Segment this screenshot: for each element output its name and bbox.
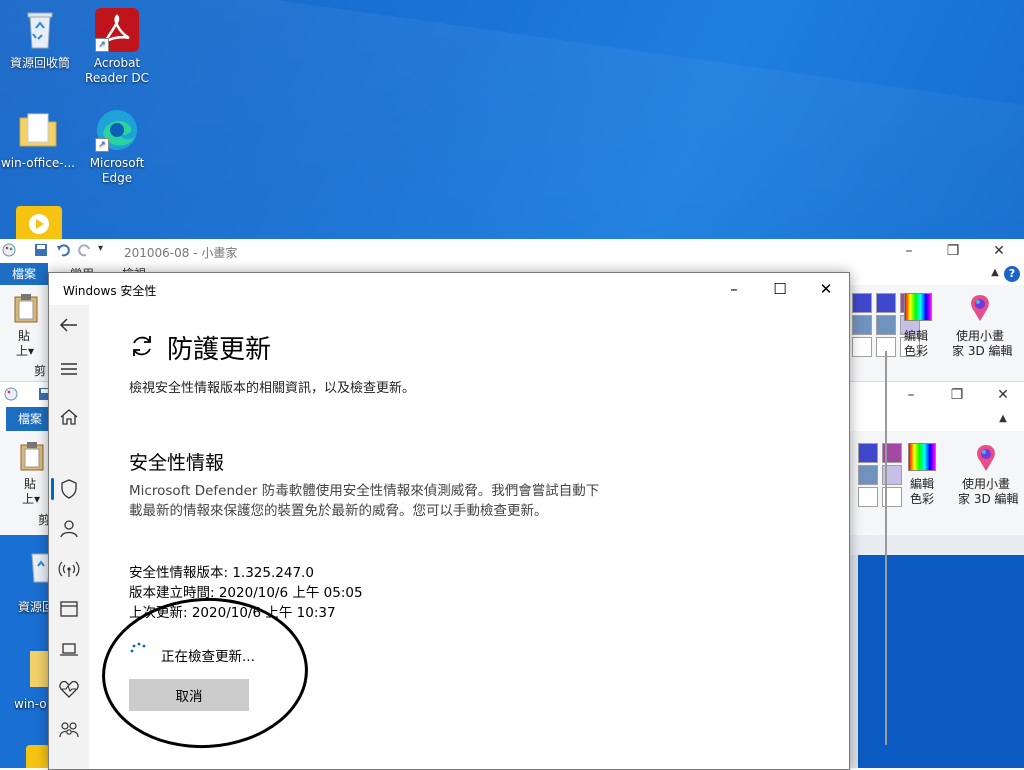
section-description: Microsoft Defender 防毒軟體使用安全性情報來偵測威脅。我們會嘗… — [129, 483, 600, 519]
edit-colors-icon[interactable] — [904, 293, 932, 321]
undo-icon[interactable] — [56, 243, 70, 257]
checking-updates-status: 正在檢查更新... — [161, 649, 255, 665]
paint-minimize-button[interactable]: – — [894, 241, 924, 261]
recycle-bin-icon — [18, 8, 62, 52]
loading-spinner-icon — [130, 642, 146, 653]
content-scrollbar[interactable] — [885, 351, 887, 745]
paint-maximize-button[interactable]: ❐ — [938, 241, 968, 261]
paint2-maximize-button[interactable]: ❐ — [942, 385, 972, 405]
desktop-icon-recycle-bin[interactable]: 資源回收筒 — [2, 8, 78, 71]
back-icon[interactable] — [57, 313, 81, 337]
security-minimize-button[interactable]: – — [711, 273, 757, 305]
security-titlebar: Windows 安全性 – ☐ ✕ — [49, 273, 849, 305]
protection-updates-page: 防護更新 檢視安全性情報版本的相關資訊，以及檢查更新。 安全性情報 Micros… — [89, 305, 887, 769]
paint2-canvas-scroll — [850, 555, 858, 768]
section-title: 安全性情報 — [129, 452, 225, 474]
desktop-icon-label: win-office-... — [0, 156, 75, 170]
security-nav-sidebar — [49, 305, 89, 769]
paint3d-label-2: 家 3D 編輯 — [952, 344, 1013, 358]
paint2-canvas-area — [850, 535, 1024, 768]
desktop-icon-label: Microsoft Edge — [89, 156, 145, 185]
security-window-title: Windows 安全性 — [63, 284, 157, 298]
color-swatch[interactable] — [876, 315, 896, 335]
edge-icon: ↗ — [95, 108, 139, 152]
color-swatch[interactable] — [852, 315, 872, 335]
desktop-icon-media-player[interactable] — [16, 206, 62, 240]
device-security-icon[interactable] — [57, 637, 81, 661]
folder-icon — [16, 108, 60, 152]
desktop-icon-edge[interactable]: ↗ Microsoft Edge — [79, 108, 155, 186]
app-browser-control-icon[interactable] — [57, 597, 81, 621]
color-swatch[interactable] — [858, 465, 878, 485]
save-icon[interactable] — [34, 243, 48, 257]
shortcut-arrow-icon: ↗ — [95, 38, 109, 52]
desktop-icon-label: win-o — [14, 697, 47, 711]
edit-colors-icon[interactable] — [908, 443, 936, 471]
desktop-icon-acrobat[interactable]: ↗ Acrobat Reader DC — [79, 8, 155, 86]
edit-colors-label: 編輯 — [910, 477, 935, 491]
paint3d-icon[interactable] — [972, 443, 1000, 473]
page-title-text: 防護更新 — [167, 335, 272, 365]
desktop-icon-label: 資源回收筒 — [9, 56, 70, 70]
color-swatch[interactable] — [858, 487, 878, 507]
edit-colors-label: 編輯 — [904, 329, 929, 343]
paint3d-label: 使用小畫 — [956, 329, 1005, 343]
paint-titlebar: ▾ 201006-08 - 小畫家 – ❐ ✕ — [0, 239, 1024, 263]
color-swatch[interactable] — [858, 443, 878, 463]
color-swatch[interactable] — [852, 337, 872, 357]
device-health-icon[interactable] — [57, 677, 81, 701]
paste-label: 貼 — [18, 329, 31, 343]
security-maximize-button[interactable]: ☐ — [757, 273, 803, 305]
media-player-icon — [26, 745, 50, 768]
qat-dropdown-icon[interactable]: ▾ — [98, 243, 112, 257]
clipboard-group-label: 剪 — [34, 364, 47, 378]
paint2-app-icon — [4, 387, 18, 401]
desktop-icon-label: Acrobat Reader DC — [85, 56, 149, 85]
paint-file-tab[interactable]: 檔案 — [0, 263, 48, 285]
paint2-file-tab[interactable]: 檔案 — [6, 407, 54, 431]
firewall-network-icon[interactable] — [57, 557, 81, 581]
security-close-button[interactable]: ✕ — [803, 273, 849, 305]
color-swatch[interactable] — [876, 293, 896, 313]
last-update-time: 上次更新: 2020/10/6 上午 10:37 — [129, 605, 336, 621]
shortcut-arrow-icon: ↗ — [95, 138, 109, 152]
paint-window-title: 201006-08 - 小畫家 — [124, 246, 238, 260]
account-icon[interactable] — [57, 517, 81, 541]
paint3d-icon[interactable] — [966, 293, 994, 323]
desktop-icon-folder[interactable]: win-office-... — [0, 108, 76, 171]
paint2-close-button[interactable]: ✕ — [988, 385, 1018, 405]
paste-icon[interactable] — [12, 293, 40, 323]
redo-icon[interactable] — [78, 243, 92, 257]
edit-colors-label-2: 色彩 — [910, 492, 935, 506]
windows-security-window: Windows 安全性 – ☐ ✕ 防護更新 檢視安全性情報版本的相關資訊，以及… — [48, 272, 887, 770]
paint2-minimize-button[interactable]: – — [896, 385, 926, 405]
paste-label: 貼 — [24, 477, 37, 491]
nav-selection-indicator — [51, 478, 54, 500]
refresh-icon — [133, 336, 151, 356]
paste-icon[interactable] — [18, 441, 46, 471]
home-icon[interactable] — [57, 405, 81, 429]
paint-app-icon — [2, 243, 16, 257]
play-icon — [29, 214, 49, 234]
intelligence-version: 安全性情報版本: 1.325.247.0 — [129, 565, 314, 581]
paint3d-label: 使用小畫 — [962, 477, 1011, 491]
ribbon-collapse-icon[interactable]: ▲ — [988, 409, 1018, 429]
hamburger-menu-icon[interactable] — [57, 357, 81, 381]
family-options-icon[interactable] — [57, 717, 81, 741]
page-subtitle: 檢視安全性情報版本的相關資訊，以及檢查更新。 — [129, 381, 416, 396]
paint-close-button[interactable]: ✕ — [984, 241, 1014, 261]
color-swatch[interactable] — [852, 293, 872, 313]
cancel-button[interactable]: 取消 — [129, 679, 249, 711]
paint2-canvas-edge — [850, 535, 1024, 555]
paint3d-label-2: 家 3D 編輯 — [958, 492, 1019, 506]
acrobat-icon: ↗ — [95, 8, 139, 52]
version-created-time: 版本建立時間: 2020/10/6 上午 05:05 — [129, 585, 363, 601]
shield-icon[interactable] — [57, 477, 81, 501]
help-icon[interactable]: ? — [1004, 266, 1020, 282]
paste-label-2: 上▾ — [22, 492, 41, 506]
edit-colors-label-2: 色彩 — [904, 344, 929, 358]
paste-label-2: 上▾ — [16, 344, 35, 358]
